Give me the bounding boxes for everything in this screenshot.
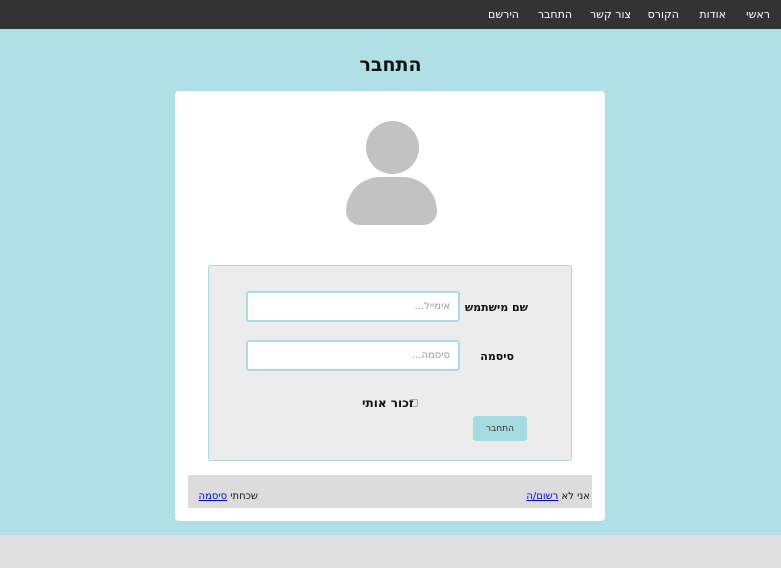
password-input[interactable] bbox=[246, 340, 460, 371]
forgot-password-link[interactable]: סיסמה bbox=[199, 491, 228, 502]
register-link[interactable]: רשום/ה bbox=[526, 491, 558, 502]
forgot-prefix-text: שכחתי bbox=[230, 491, 258, 502]
nav-item-contact[interactable]: צור קשר bbox=[590, 8, 631, 21]
avatar-icon-body bbox=[346, 177, 437, 225]
username-label: שם מישתמש bbox=[464, 301, 528, 314]
nav-item-login[interactable]: התחבר bbox=[538, 8, 572, 21]
login-button[interactable]: התחבר bbox=[473, 416, 527, 441]
top-navbar: ראשי אודות הקורס צור קשר התחבר הירשם bbox=[0, 0, 781, 29]
username-input[interactable] bbox=[246, 291, 460, 322]
register-prefix-text: אני לא bbox=[561, 491, 590, 502]
remember-me-label: זכור אותי bbox=[362, 396, 414, 410]
nav-item-about[interactable]: אודות bbox=[699, 8, 726, 21]
forgot-password-prompt: שכחתי סיסמה bbox=[199, 491, 258, 502]
nav-item-course[interactable]: הקורס bbox=[648, 8, 679, 21]
avatar-icon bbox=[366, 121, 419, 174]
page-title: התחבר bbox=[359, 54, 422, 76]
password-label: סיסמה bbox=[480, 350, 514, 363]
nav-item-home[interactable]: ראשי bbox=[746, 8, 770, 21]
nav-item-register[interactable]: הירשם bbox=[488, 8, 519, 21]
register-prompt: אני לא רשום/ה bbox=[526, 491, 590, 502]
